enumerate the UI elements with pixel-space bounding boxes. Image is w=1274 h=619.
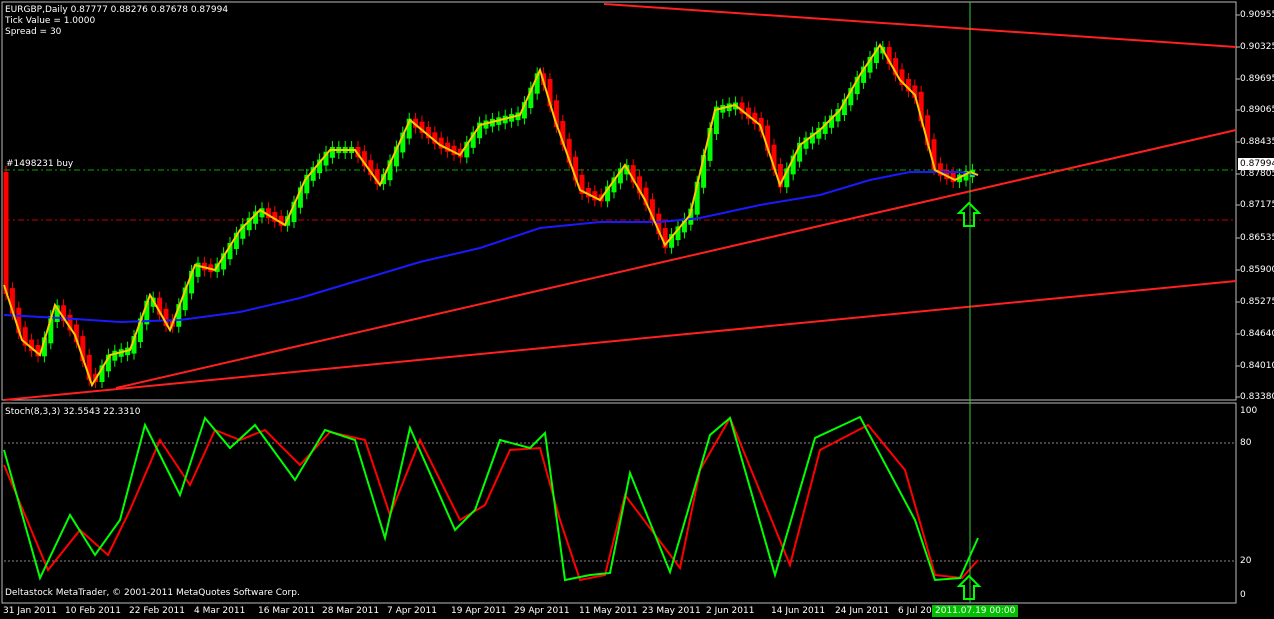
order-label: #1498231 buy — [6, 159, 74, 169]
date-label: 2 Jun 2011 — [706, 606, 755, 616]
upper-trendline[interactable] — [603, 3, 1237, 48]
candle-body — [3, 172, 9, 295]
crosshair-time-label: 2011.07.19 00:00 — [932, 605, 1019, 617]
date-label: 19 Apr 2011 — [451, 606, 507, 616]
candle-body — [112, 350, 118, 361]
date-label: 16 Mar 2011 — [258, 606, 316, 616]
price-label: 0.90325 — [1240, 42, 1274, 52]
stoch-pane-frame — [1, 402, 1237, 604]
price-label: 0.84010 — [1240, 361, 1274, 371]
price-label: 0.90955 — [1240, 10, 1274, 20]
date-label: 7 Apr 2011 — [387, 606, 437, 616]
slow-moving-average — [3, 171, 979, 324]
price-label: 0.85275 — [1240, 297, 1274, 307]
stoch-label: Stoch(8,3,3) 32.5543 22.3310 — [5, 407, 141, 417]
date-label: 24 Jun 2011 — [835, 606, 890, 616]
price-label: 0.83380 — [1240, 392, 1274, 402]
stoch-main-line — [3, 415, 979, 582]
buy-arrow-icon — [956, 201, 982, 227]
chart-canvas[interactable] — [0, 0, 1274, 619]
current-price-label: 0.87994 — [1238, 158, 1274, 170]
stoch-buy-arrow-icon — [956, 574, 982, 600]
price-label: 0.89695 — [1240, 74, 1274, 84]
price-label: 0.88435 — [1240, 137, 1274, 147]
date-label: 11 May 2011 — [579, 606, 638, 616]
date-label: 22 Feb 2011 — [129, 606, 186, 616]
price-label: 0.85900 — [1240, 265, 1274, 275]
date-label: 31 Jan 2011 — [3, 606, 57, 616]
date-label: 23 May 2011 — [642, 606, 701, 616]
fast-moving-average — [3, 43, 979, 388]
stoch-level-label: 20 — [1240, 556, 1252, 566]
price-label: 0.84640 — [1240, 329, 1274, 339]
date-label: 4 Mar 2011 — [194, 606, 246, 616]
lower-trendline[interactable] — [3, 280, 1237, 401]
price-label: 0.86535 — [1240, 233, 1274, 243]
stoch-level-label: 0 — [1240, 590, 1246, 600]
stoch-signal-line — [3, 415, 979, 582]
spread: Spread = 30 — [5, 27, 62, 37]
candle-body — [329, 147, 335, 158]
symbol-title: EURGBP,Daily 0.87777 0.88276 0.87678 0.8… — [5, 5, 229, 15]
price-label: 0.87805 — [1240, 169, 1274, 179]
date-label: 29 Apr 2011 — [514, 606, 570, 616]
date-label: 14 Jun 2011 — [771, 606, 826, 616]
stoch-level-label: 80 — [1240, 438, 1252, 448]
date-label: 10 Feb 2011 — [65, 606, 122, 616]
stoch-level-label: 100 — [1240, 406, 1258, 416]
tick-value: Tick Value = 1.0000 — [5, 16, 96, 26]
candles — [3, 40, 975, 388]
price-label: 0.87175 — [1240, 200, 1274, 210]
price-label: 0.89065 — [1240, 105, 1274, 115]
copyright-text: Deltastock MetaTrader, © 2001-2011 MetaQ… — [5, 588, 300, 598]
date-label: 28 Mar 2011 — [322, 606, 380, 616]
support-trendline[interactable] — [115, 129, 1237, 389]
date-label: 6 Jul 20 — [898, 606, 932, 616]
